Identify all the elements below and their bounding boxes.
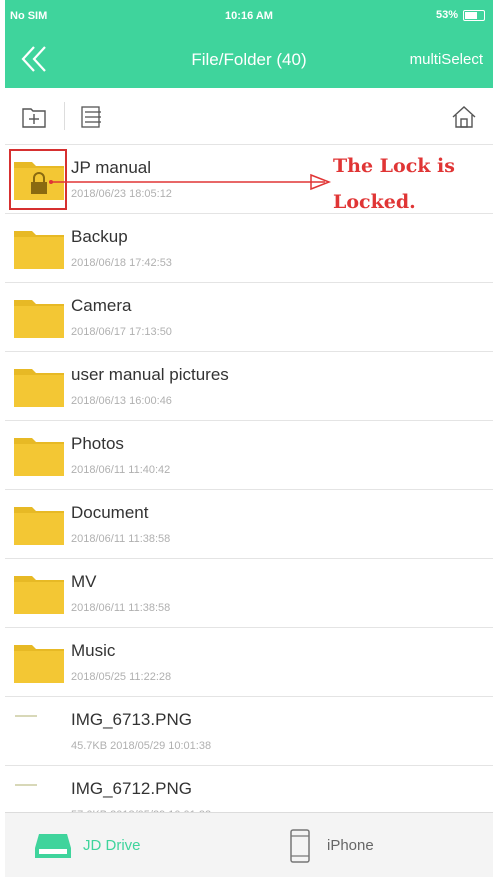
file-meta: 2018/06/13 16:00:46 xyxy=(71,395,172,407)
list-icon[interactable] xyxy=(79,104,105,130)
file-meta: 2018/06/23 18:05:12 xyxy=(71,188,172,200)
file-name: Photos xyxy=(71,434,124,453)
image-thumbnail xyxy=(15,784,37,786)
file-meta: 2018/05/25 11:22:28 xyxy=(71,671,172,683)
status-bar: No SIM 10:16 AM 53% xyxy=(5,0,493,30)
file-meta: 2018/06/11 11:38:58 xyxy=(71,602,171,614)
file-list: JP manual 2018/06/23 18:05:12 Backup 2018/… xyxy=(5,144,493,834)
file-name: IMG_6713.PNG xyxy=(71,710,192,729)
file-row[interactable]: IMG_6713.PNG 45.7KB 2018/05/29 10:01:38 xyxy=(5,696,493,765)
annotation-line-2: Locked. xyxy=(333,191,416,213)
file-row[interactable]: Backup 2018/06/18 17:42:53 xyxy=(5,213,493,282)
tab-iphone[interactable]: iPhone xyxy=(289,813,374,877)
file-name: Document xyxy=(71,503,149,522)
tab-iphone-label: iPhone xyxy=(327,837,374,854)
battery-indicator: 53% xyxy=(436,9,485,21)
file-meta: 2018/06/17 17:13:50 xyxy=(71,326,172,338)
battery-icon xyxy=(463,9,485,21)
folder-icon xyxy=(14,300,64,338)
file-name: JP manual xyxy=(71,158,152,177)
folder-icon xyxy=(14,231,64,269)
file-name: Music xyxy=(71,641,116,660)
folder-icon xyxy=(14,507,64,545)
new-folder-icon[interactable] xyxy=(21,104,47,130)
tab-jd-drive-label: JD Drive xyxy=(83,837,141,854)
file-meta: 2018/06/18 17:42:53 xyxy=(71,257,172,269)
file-row[interactable]: MV 2018/06/11 11:38:58 xyxy=(5,558,493,627)
tab-jd-drive[interactable]: JD Drive xyxy=(33,813,141,877)
status-time: 10:16 AM xyxy=(225,10,273,22)
home-icon[interactable] xyxy=(451,104,477,130)
image-thumbnail xyxy=(15,715,37,717)
file-row[interactable]: user manual pictures 2018/06/13 16:00:46 xyxy=(5,351,493,420)
folder-icon xyxy=(14,576,64,614)
app-screen: No SIM 10:16 AM 53% File/Folder (40) mul… xyxy=(5,0,493,877)
file-row[interactable]: Camera 2018/06/17 17:13:50 xyxy=(5,282,493,351)
phone-icon xyxy=(290,828,310,863)
file-row[interactable]: Photos 2018/06/11 11:40:42 xyxy=(5,420,493,489)
battery-percent: 53% xyxy=(435,9,458,21)
app-header: No SIM 10:16 AM 53% File/Folder (40) mul… xyxy=(5,0,493,88)
file-meta: 2018/06/11 11:40:42 xyxy=(71,464,171,476)
file-name: IMG_6712.PNG xyxy=(71,779,192,798)
nav-bar: File/Folder (40) multiSelect xyxy=(5,30,493,88)
annotation-text: The Lock is Locked. xyxy=(333,148,483,220)
lock-highlight-box xyxy=(9,149,67,210)
bottom-tab-bar: JD Drive iPhone xyxy=(5,812,493,877)
annotation-line-1: The Lock is xyxy=(333,155,455,177)
toolbar xyxy=(5,88,493,144)
folder-icon xyxy=(14,438,64,476)
toolbar-divider xyxy=(64,102,65,130)
multiselect-button[interactable]: multiSelect xyxy=(410,51,483,68)
folder-icon xyxy=(14,645,64,683)
file-row[interactable]: Document 2018/06/11 11:38:58 xyxy=(5,489,493,558)
folder-icon xyxy=(14,369,64,407)
file-name: Camera xyxy=(71,296,132,315)
file-meta: 2018/06/11 11:38:58 xyxy=(71,533,171,545)
file-name: user manual pictures xyxy=(71,365,229,384)
file-row[interactable]: Music 2018/05/25 11:22:28 xyxy=(5,627,493,696)
file-meta: 45.7KB 2018/05/29 10:01:38 xyxy=(71,740,212,752)
file-name: MV xyxy=(71,572,97,591)
drive-icon xyxy=(35,833,71,858)
file-name: Backup xyxy=(71,227,128,246)
